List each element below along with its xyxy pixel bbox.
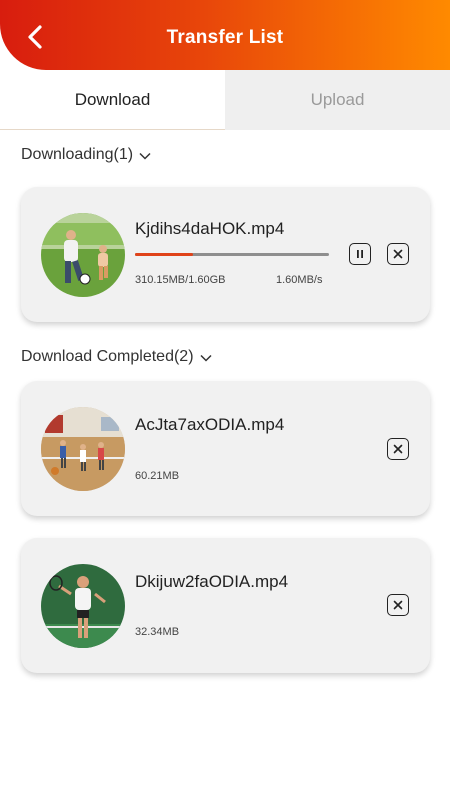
video-thumbnail (41, 407, 125, 491)
tab-bar: Download Upload (0, 70, 450, 130)
downloading-section-title: Downloading(1) (21, 146, 134, 163)
download-progress-fill (135, 253, 194, 256)
download-progress-text: 310.15MB/1.60GB (135, 274, 226, 286)
tab-download[interactable]: Download (0, 70, 225, 130)
tab-upload[interactable]: Upload (225, 70, 450, 130)
download-speed: 1.60MB/s (276, 274, 323, 286)
close-icon (393, 249, 403, 259)
cancel-button[interactable] (387, 243, 409, 265)
completed-section-title: Download Completed(2) (21, 348, 194, 365)
video-thumbnail (41, 213, 125, 297)
file-name: Kjdihs4daHOK.mp4 (135, 219, 285, 238)
video-thumbnail (41, 564, 125, 648)
file-name: AcJta7axODIA.mp4 (135, 415, 285, 434)
chevron-down-icon (139, 152, 151, 160)
file-name: Dkijuw2faODIA.mp4 (135, 572, 289, 591)
completed-section-header[interactable]: Download Completed(2) (21, 348, 212, 366)
delete-button[interactable] (387, 594, 409, 616)
delete-button[interactable] (387, 438, 409, 460)
close-icon (393, 444, 403, 454)
download-progress-bar (135, 253, 329, 256)
file-size: 60.21MB (135, 470, 180, 482)
completed-item-card[interactable]: Dkijuw2faODIA.mp4 32.34MB (21, 538, 430, 673)
downloading-item-card[interactable]: Kjdihs4daHOK.mp4 310.15MB/1.60GB 1.60MB/… (21, 187, 430, 322)
chevron-down-icon (200, 354, 212, 362)
page-title: Transfer List (166, 27, 284, 48)
completed-item-card[interactable]: AcJta7axODIA.mp4 60.21MB (21, 381, 430, 516)
close-icon (393, 600, 403, 610)
file-size: 32.34MB (135, 626, 180, 638)
pause-button[interactable] (349, 243, 371, 265)
app-header: Transfer List (0, 0, 450, 70)
downloading-section-header[interactable]: Downloading(1) (21, 146, 151, 164)
pause-icon (357, 250, 363, 258)
